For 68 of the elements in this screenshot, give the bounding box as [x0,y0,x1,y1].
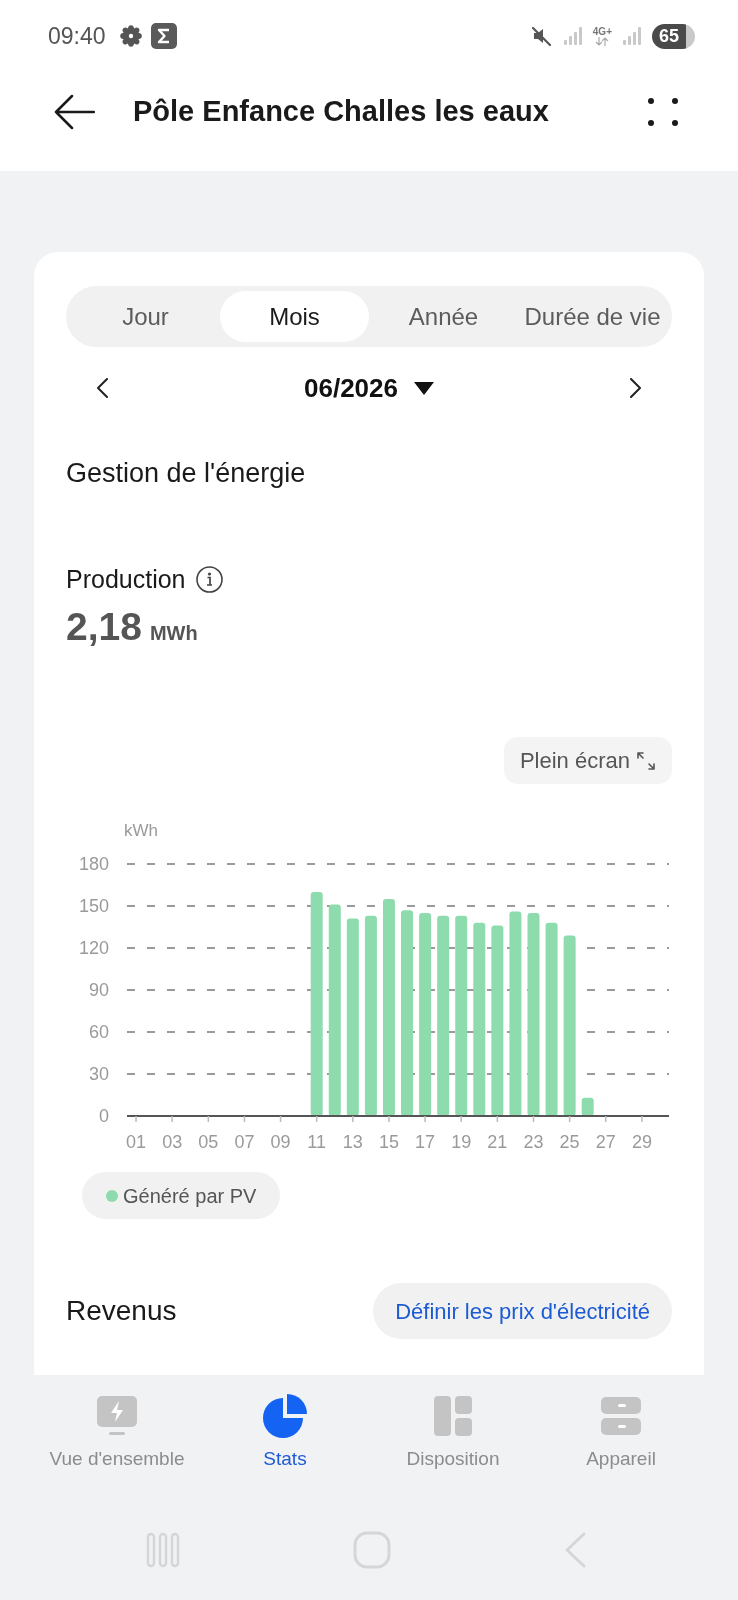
page-title: Pôle Enfance Challes les eaux [133,94,549,130]
x-axis-label: 17 [415,1132,436,1152]
signal-icon [622,26,642,46]
x-axis-label: 05 [198,1132,219,1152]
dropdown-triangle-icon [414,381,434,395]
y-axis-label: 60 [88,1022,109,1042]
x-axis-label: 11 [307,1132,327,1152]
back-button[interactable] [53,94,95,130]
x-axis-label: 15 [378,1132,399,1152]
info-icon[interactable] [195,565,223,593]
period-tab[interactable]: Jour [71,291,220,342]
status-time: 09:40 [48,24,106,48]
section-title: Gestion de l'énergie [66,457,307,489]
set-prices-button[interactable]: Définir les prix d'électricité [373,1283,672,1339]
layout-grid-icon [432,1395,474,1437]
period-tab[interactable]: Mois [220,291,369,342]
expand-icon [636,750,656,771]
y-axis-label: 30 [88,1064,109,1084]
back-arrow-icon [53,94,95,130]
flower-icon [119,25,142,47]
next-button[interactable] [630,378,641,398]
battery-indicator: 65 [652,23,695,49]
x-axis-label: 01 [126,1132,147,1152]
chevron-left-icon [564,1532,586,1568]
y-axis-label: 180 [78,854,109,874]
production-unit: MWh [149,621,198,646]
chevron-left-icon [97,378,108,398]
y-axis-label: 90 [88,980,109,1000]
nav-tab[interactable]: Disposition [369,1393,537,1471]
x-axis-label: 27 [595,1132,616,1152]
data-arrows-icon [595,36,610,46]
legend-label: Généré par PV [123,1183,257,1209]
nav-tab[interactable]: Vue d'ensemble [33,1393,201,1471]
production-label: Production [66,564,186,594]
axis-unit-label: kWh [124,821,158,840]
x-axis-label: 13 [342,1132,363,1152]
x-axis-label: 25 [559,1132,580,1152]
stacked-servers-icon [600,1396,642,1436]
period-tab[interactable]: Année [369,291,518,342]
four-dots-icon [648,98,678,126]
x-axis-label: 09 [270,1132,291,1152]
x-axis-label: 03 [162,1132,183,1152]
mute-icon [530,25,553,47]
production-value: 2,18 [66,605,142,649]
section-title: Revenus [66,1294,177,1328]
x-axis-label: 19 [451,1132,472,1152]
nav-tab[interactable]: Stats [201,1393,369,1471]
more-options-button[interactable] [648,98,678,126]
x-axis-label: 21 [487,1132,508,1152]
month-picker[interactable]: 06/2026 [304,368,434,408]
period-tab[interactable]: Durée de vie [518,291,667,342]
nav-tab[interactable]: Appareil [537,1393,705,1471]
x-axis-label: 07 [234,1132,255,1152]
three-bars-icon [146,1532,180,1568]
previous-button[interactable] [97,378,108,398]
y-axis-label: 150 [78,896,109,916]
chevron-right-icon [630,378,641,398]
fullscreen-button[interactable]: Plein écran [503,737,672,784]
network-type-label: 4G+ [592,26,612,37]
x-axis-label: 29 [631,1132,652,1152]
y-axis-label: 0 [99,1106,109,1126]
pie-chart-icon [263,1394,307,1438]
y-axis-label: 120 [78,938,109,958]
monitor-bolt-icon [95,1395,139,1437]
x-axis-label: 23 [523,1132,544,1152]
rounded-square-icon [353,1531,391,1569]
signal-icon [562,26,583,46]
app-icon [150,23,177,49]
